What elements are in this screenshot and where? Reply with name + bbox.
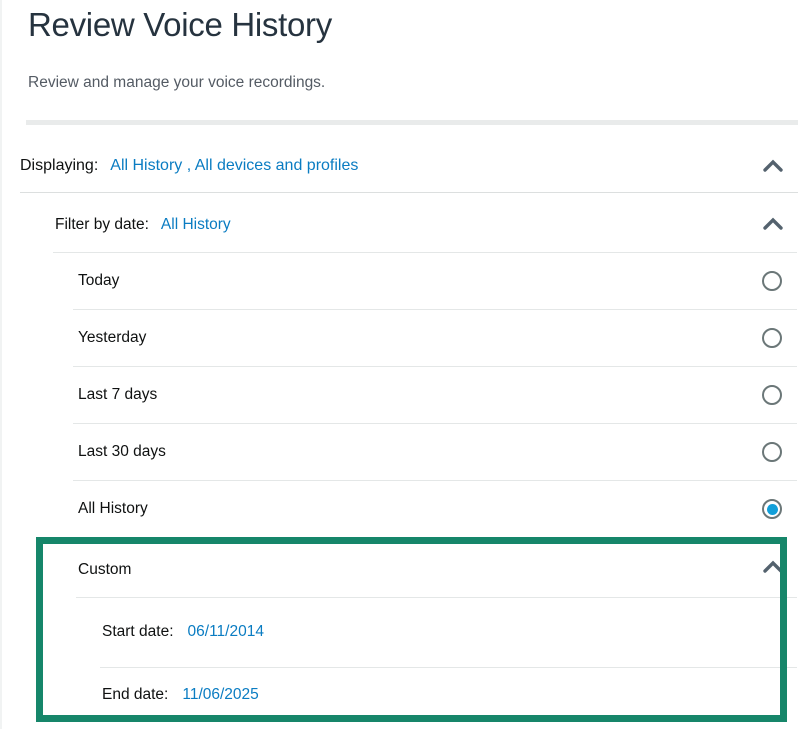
radio-button-last-30-days[interactable] <box>762 442 782 462</box>
radio-button-yesterday[interactable] <box>762 328 782 348</box>
displaying-header[interactable]: Displaying: All History , All devices an… <box>20 139 750 192</box>
end-date-value-link[interactable]: 11/06/2025 <box>182 686 258 704</box>
radio-button-last-7-days[interactable] <box>762 385 782 405</box>
filter-option-today[interactable]: Today <box>78 252 797 309</box>
radio-dot <box>767 447 778 458</box>
option-label: Last 30 days <box>78 443 166 461</box>
review-voice-history-page: Review Voice History Review and manage y… <box>0 0 809 729</box>
start-date-label: Start date: <box>102 623 174 641</box>
filter-by-date-label: Filter by date: <box>55 216 149 234</box>
filter-option-last-7-days[interactable]: Last 7 days <box>78 366 797 423</box>
option-label: Today <box>78 272 119 290</box>
filter-option-last-30-days[interactable]: Last 30 days <box>78 423 797 480</box>
end-date-row: End date: 11/06/2025 <box>102 667 702 722</box>
filter-option-yesterday[interactable]: Yesterday <box>78 309 797 366</box>
radio-button-all-history-selected[interactable] <box>762 499 782 519</box>
divider <box>20 192 798 193</box>
section-divider-thick <box>26 120 798 125</box>
page-subtitle: Review and manage your voice recordings. <box>28 74 325 92</box>
option-label: Yesterday <box>78 329 146 347</box>
filter-option-all-history[interactable]: All History <box>78 480 797 537</box>
chevron-up-icon[interactable] <box>762 560 784 574</box>
displaying-label: Displaying: <box>20 157 98 175</box>
option-label: Last 7 days <box>78 386 157 404</box>
start-date-row: Start date: 06/11/2014 <box>102 597 702 667</box>
filter-by-date-value-link[interactable]: All History <box>161 216 231 234</box>
radio-dot <box>767 333 778 344</box>
page-title: Review Voice History <box>28 6 332 44</box>
displaying-value-link[interactable]: All History , All devices and profiles <box>110 157 358 175</box>
end-date-label: End date: <box>102 686 168 704</box>
radio-dot <box>767 504 778 515</box>
filter-by-date-header[interactable]: Filter by date: All History <box>55 197 750 252</box>
option-label: All History <box>78 500 148 518</box>
start-date-value-link[interactable]: 06/11/2014 <box>188 623 264 641</box>
page-edge-strip <box>0 0 2 729</box>
chevron-up-icon[interactable] <box>762 217 784 231</box>
radio-dot <box>767 276 778 287</box>
radio-dot <box>767 390 778 401</box>
custom-label: Custom <box>78 561 131 579</box>
filter-option-custom-header[interactable]: Custom <box>78 543 748 597</box>
radio-button-today[interactable] <box>762 271 782 291</box>
chevron-up-icon[interactable] <box>762 159 784 173</box>
